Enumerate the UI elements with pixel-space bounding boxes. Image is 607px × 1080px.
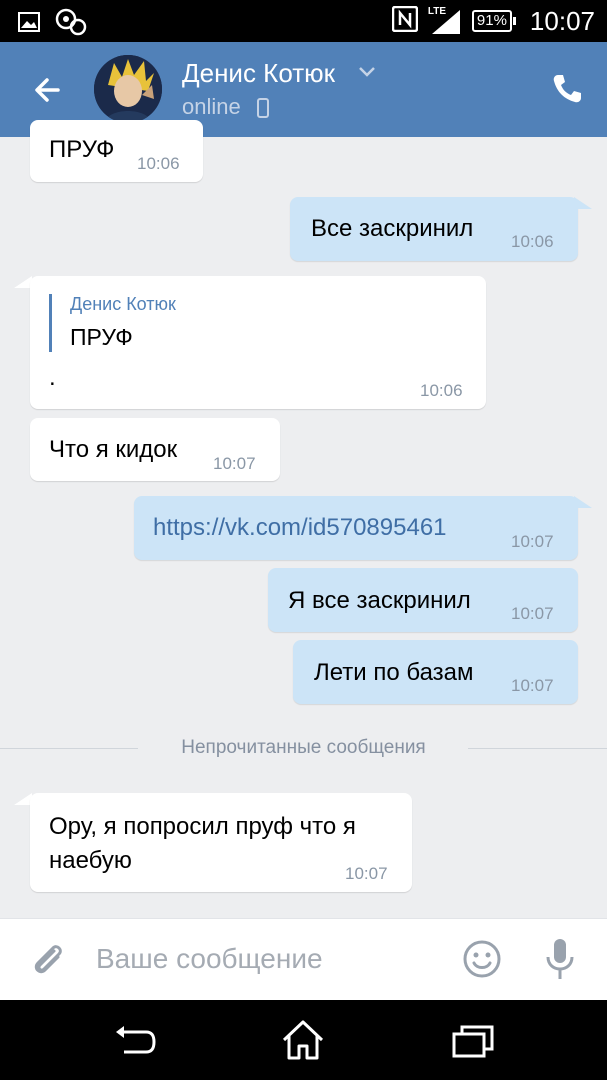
avatar-image	[94, 55, 162, 123]
back-button[interactable]	[28, 70, 68, 110]
message-text: Лети по базам	[314, 659, 474, 686]
message-text: ПРУФ	[49, 136, 115, 163]
unread-separator: Непрочитанные сообщения	[0, 735, 607, 761]
bubble-tail	[574, 496, 592, 508]
message-composer: Ваше сообщение	[0, 918, 607, 1000]
battery-level: 91%	[471, 10, 516, 32]
back-arrow-icon	[116, 1026, 156, 1054]
nfc-icon	[391, 5, 419, 37]
message-input[interactable]: Ваше сообщение	[96, 943, 323, 975]
message-time: 10:07	[511, 676, 554, 695]
recents-icon	[452, 1025, 494, 1058]
message-text: .	[49, 364, 56, 391]
chevron-down-icon[interactable]	[358, 66, 376, 78]
message-text: Что я кидок	[49, 436, 178, 463]
phone-icon	[553, 75, 581, 103]
message-text-line: Ору, я попросил пруф что я	[49, 813, 356, 840]
voice-message-button[interactable]	[544, 937, 576, 986]
clock: 10:07	[529, 5, 595, 36]
message-time: 10:07	[511, 532, 554, 551]
nav-recents-button[interactable]	[452, 1024, 494, 1063]
message-incoming[interactable]: ПРУФ 10:06	[30, 120, 203, 182]
avatar[interactable]	[94, 55, 162, 123]
attach-button[interactable]	[28, 941, 68, 986]
signal-icon: LTE	[428, 7, 462, 35]
status-bar: LTE 91% 10:07	[0, 0, 607, 42]
contact-status: online	[182, 94, 241, 119]
message-outgoing[interactable]: Все заскринил 10:06	[290, 197, 578, 261]
message-time: 10:07	[511, 604, 554, 623]
home-icon	[282, 1020, 324, 1060]
system-navigation-bar	[0, 1000, 607, 1080]
gallery-notification-icon	[18, 11, 40, 38]
message-incoming[interactable]: Ору, я попросил пруф что я наебую 10:07	[30, 793, 412, 892]
message-text-line: наебую	[49, 847, 132, 874]
message-incoming-reply[interactable]: Денис Котюк ПРУФ . 10:06	[30, 276, 486, 409]
smile-icon	[463, 940, 501, 978]
location-notification-icon	[54, 8, 88, 41]
emoji-button[interactable]	[462, 939, 502, 984]
quote-bar	[49, 294, 52, 352]
paperclip-icon	[34, 945, 62, 974]
message-outgoing[interactable]: Я все заскринил 10:07	[268, 568, 578, 632]
message-time: 10:06	[420, 381, 463, 400]
message-time: 10:06	[137, 154, 180, 173]
message-text: Я все заскринил	[288, 587, 471, 614]
message-outgoing[interactable]: Лети по базам 10:07	[293, 640, 578, 704]
call-button[interactable]	[550, 72, 584, 111]
message-time: 10:07	[345, 864, 388, 883]
message-outgoing-link[interactable]: https://vk.com/id570895461 10:07	[134, 496, 578, 560]
quote-author: Денис Котюк	[70, 294, 176, 314]
nav-home-button[interactable]	[280, 1018, 326, 1067]
quote-text: ПРУФ	[70, 324, 133, 350]
nav-back-button[interactable]	[112, 1022, 158, 1063]
arrow-left-icon	[35, 78, 60, 102]
contact-name[interactable]: Денис Котюк	[182, 58, 335, 89]
message-link[interactable]: https://vk.com/id570895461	[153, 514, 447, 542]
message-time: 10:06	[511, 232, 554, 251]
unread-label: Непрочитанные сообщения	[181, 737, 426, 758]
mobile-device-icon	[257, 98, 269, 118]
message-time: 10:07	[213, 454, 256, 473]
message-incoming[interactable]: Что я кидок 10:07	[30, 418, 280, 481]
bubble-tail	[574, 197, 592, 209]
microphone-icon	[546, 939, 574, 979]
message-text: Все заскринил	[311, 215, 474, 242]
